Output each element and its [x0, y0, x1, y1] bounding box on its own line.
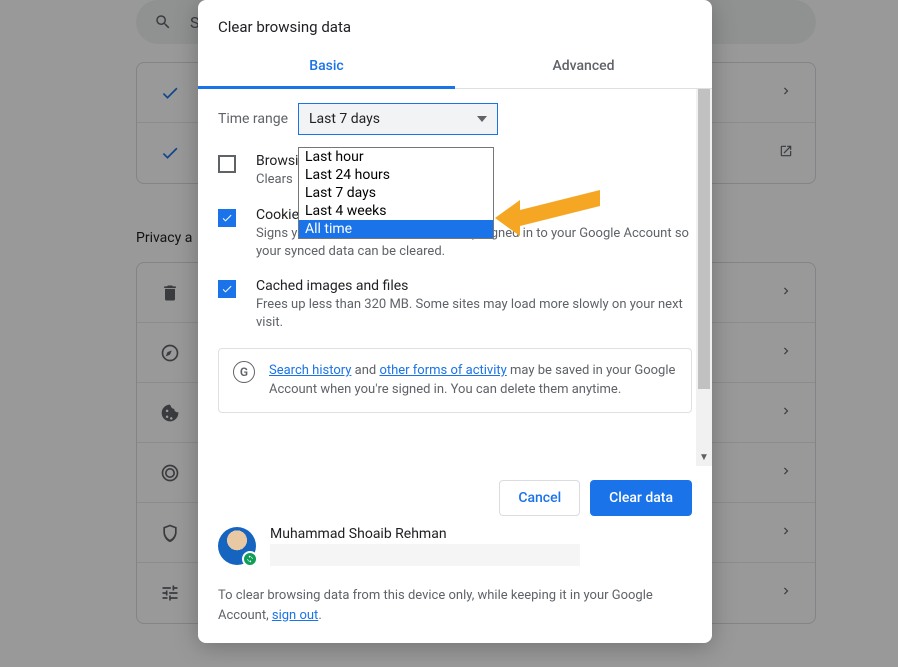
- clear-browsing-data-dialog: Clear browsing data Basic Advanced ▼ Tim…: [198, 0, 712, 643]
- time-range-dropdown[interactable]: Last hour Last 24 hours Last 7 days Last…: [298, 147, 494, 239]
- tab-basic[interactable]: Basic: [198, 46, 455, 88]
- scroll-down-icon[interactable]: ▼: [698, 452, 710, 466]
- checkbox-cookies[interactable]: [218, 209, 236, 227]
- checkbox-browsing-history[interactable]: [218, 155, 236, 173]
- scrollbar-thumb[interactable]: [698, 89, 710, 389]
- option-desc: Clears: [256, 171, 298, 189]
- footer-note: To clear browsing data from this device …: [198, 572, 712, 643]
- dialog-body: ▼ Time range Last 7 days Browsi Clears C…: [198, 89, 712, 466]
- time-range-selected-value: Last 7 days: [309, 111, 380, 127]
- dialog-tabs: Basic Advanced: [198, 46, 712, 89]
- clear-data-button[interactable]: Clear data: [590, 480, 692, 516]
- profile-email-redacted: [270, 544, 580, 566]
- option-cache[interactable]: Cached images and files Frees up less th…: [218, 278, 692, 332]
- dropdown-option[interactable]: Last 7 days: [299, 184, 493, 202]
- dropdown-option[interactable]: Last 24 hours: [299, 166, 493, 184]
- cancel-button[interactable]: Cancel: [499, 480, 580, 516]
- profile-name: Muhammad Shoaib Rehman: [270, 526, 580, 542]
- tab-advanced[interactable]: Advanced: [455, 46, 712, 88]
- time-range-label: Time range: [218, 111, 298, 127]
- option-title: Cached images and files: [256, 278, 692, 294]
- avatar: [218, 527, 256, 565]
- dropdown-option[interactable]: Last hour: [299, 148, 493, 166]
- google-g-icon: G: [233, 361, 255, 383]
- option-title: Browsi: [256, 153, 298, 169]
- sync-badge-icon: [242, 551, 258, 567]
- link-other-activity[interactable]: other forms of activity: [379, 363, 506, 378]
- dropdown-option-all-time[interactable]: All time: [299, 220, 493, 238]
- checkbox-cache[interactable]: [218, 280, 236, 298]
- dialog-buttons: Cancel Clear data: [198, 466, 712, 526]
- option-desc: Frees up less than 320 MB. Some sites ma…: [256, 296, 692, 332]
- link-search-history[interactable]: Search history: [269, 363, 351, 378]
- caret-down-icon: [477, 116, 487, 122]
- google-info-box: G Search history and other forms of acti…: [218, 348, 692, 413]
- link-sign-out[interactable]: sign out: [272, 608, 318, 623]
- scrollbar[interactable]: ▼: [696, 89, 712, 466]
- dropdown-option[interactable]: Last 4 weeks: [299, 202, 493, 220]
- dialog-title: Clear browsing data: [198, 0, 712, 46]
- profile-row: Muhammad Shoaib Rehman: [198, 526, 712, 572]
- time-range-select[interactable]: Last 7 days: [298, 103, 498, 135]
